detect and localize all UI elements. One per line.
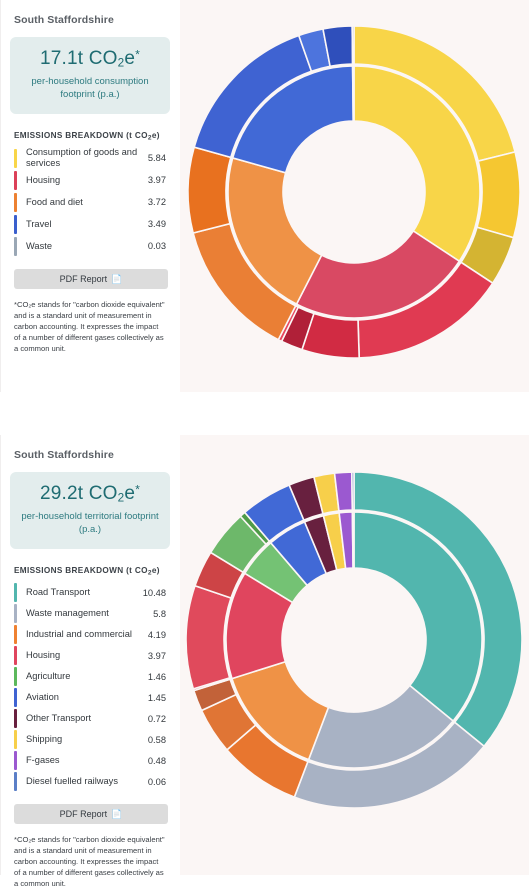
legend-color-swatch [14, 604, 17, 624]
territorial-sunburst-chart[interactable] [180, 435, 529, 875]
legend-item[interactable]: Housing 3.97 [14, 645, 170, 666]
pdf-report-label: PDF Report [59, 809, 108, 820]
breakdown-title: EMISSIONS BREAKDOWN (t CO2e) [14, 565, 160, 577]
headline-subtitle: per-household consumption footprint (p.a… [31, 76, 149, 100]
headline-unit: CO2e* [88, 483, 140, 505]
headline-number: 17.1t [40, 48, 84, 69]
legend-color-swatch [14, 170, 17, 190]
legend-value: 0.72 [147, 713, 166, 724]
legend-color-swatch [14, 583, 17, 603]
legend-color-swatch [14, 709, 17, 729]
legend-label: Agriculture [26, 671, 71, 682]
legend-label: Diesel fuelled railways [26, 776, 118, 787]
co2e-footnote: *CO₂e stands for "carbon dioxide equival… [14, 300, 165, 353]
legend-value: 4.19 [147, 629, 166, 640]
headline-card-territorial: 29.2t CO2e* per-household territorial fo… [10, 472, 170, 549]
headline-value: 17.1t CO2e* [18, 48, 162, 70]
legend-item[interactable]: Aviation 1.45 [14, 687, 170, 708]
legend-value: 0.06 [147, 776, 166, 787]
legend-item[interactable]: Road Transport 10.48 [14, 582, 170, 603]
legend-color-swatch [14, 751, 17, 771]
consumption-sunburst-chart[interactable] [180, 0, 529, 392]
legend-item[interactable]: Housing 3.97 [14, 169, 170, 191]
legend-color-swatch [14, 688, 17, 708]
document-icon: 📄 [111, 273, 123, 284]
legend-color-swatch [14, 772, 17, 792]
legend-value: 3.49 [147, 219, 166, 230]
legend-value: 3.97 [147, 175, 166, 186]
legend-value: 1.45 [147, 692, 166, 703]
headline-card-consumption: 17.1t CO2e* per-household consumption fo… [10, 37, 170, 114]
legend-item[interactable]: Diesel fuelled railways 0.06 [14, 771, 170, 792]
territorial-footprint-panel: South Staffordshire 29.2t CO2e* per-hous… [0, 435, 529, 888]
sunburst-outer-segment[interactable] [185, 584, 232, 690]
legend-label: Housing [26, 174, 61, 185]
legend-label: Food and diet [26, 196, 83, 207]
legend-label: F-gases [26, 755, 60, 766]
legend-item[interactable]: Shipping 0.58 [14, 729, 170, 750]
legend-item[interactable]: Other Transport 0.72 [14, 708, 170, 729]
legend-color-swatch [14, 214, 17, 234]
breakdown-title: EMISSIONS BREAKDOWN (t CO2e) [14, 130, 160, 142]
legend-label: Other Transport [26, 713, 92, 724]
legend-label: Waste [26, 240, 53, 251]
legend-color-swatch [14, 192, 17, 212]
territorial-sunburst-chart-area [180, 435, 529, 875]
pdf-report-button[interactable]: PDF Report 📄 [14, 804, 168, 825]
legend-label: Waste management [26, 608, 109, 619]
sunburst-outer-segment[interactable] [476, 150, 521, 239]
legend-value: 1.46 [147, 671, 166, 682]
legend-item[interactable]: Agriculture 1.46 [14, 666, 170, 687]
emissions-legend-territorial: Road Transport 10.48 Waste management 5.8 In… [10, 582, 170, 792]
legend-color-swatch [14, 236, 17, 256]
legend-color-swatch [14, 730, 17, 750]
legend-color-swatch [14, 625, 17, 645]
headline-value: 29.2t CO2e* [18, 483, 162, 505]
legend-item[interactable]: Food and diet 3.72 [14, 191, 170, 213]
legend-value: 5.84 [147, 153, 166, 164]
co2e-footnote: *CO₂e stands for "carbon dioxide equival… [14, 835, 165, 888]
legend-value: 0.03 [147, 241, 166, 252]
consumption-footprint-panel: South Staffordshire 17.1t CO2e* per-hous… [0, 0, 529, 392]
legend-item[interactable]: Travel 3.49 [14, 213, 170, 235]
sunburst-inner-segment[interactable] [351, 511, 355, 569]
legend-label: Shipping [26, 734, 63, 745]
region-name: South Staffordshire [14, 449, 114, 461]
legend-item[interactable]: Industrial and commercial 4.19 [14, 624, 170, 645]
legend-value: 5.8 [153, 608, 166, 619]
legend-label: Industrial and commercial [26, 629, 132, 640]
pdf-report-label: PDF Report [59, 274, 108, 285]
legend-value: 10.48 [142, 587, 166, 598]
legend-item[interactable]: Waste 0.03 [14, 235, 170, 257]
pdf-report-button[interactable]: PDF Report 📄 [14, 269, 168, 290]
region-name: South Staffordshire [14, 14, 114, 26]
legend-label: Housing [26, 650, 61, 661]
sunburst-inner-segment[interactable] [351, 65, 355, 122]
headline-subtitle: per-household territorial footprint (p.a… [21, 511, 159, 535]
legend-value: 3.97 [147, 650, 166, 661]
legend-color-swatch [14, 667, 17, 687]
legend-label: Aviation [26, 692, 59, 703]
legend-label: Consumption of goods and services [26, 146, 138, 169]
headline-unit: CO2e* [88, 48, 140, 70]
legend-color-swatch [14, 148, 17, 168]
legend-value: 0.58 [147, 734, 166, 745]
territorial-sidebar: South Staffordshire 29.2t CO2e* per-hous… [0, 435, 180, 888]
sunburst-outer-segment[interactable] [351, 471, 355, 511]
sunburst-outer-segment[interactable] [187, 146, 232, 234]
emissions-legend-consumption: Consumption of goods and services 5.84 Hou… [10, 147, 170, 257]
legend-color-swatch [14, 646, 17, 666]
consumption-sunburst-chart-area [180, 0, 529, 392]
legend-item[interactable]: F-gases 0.48 [14, 750, 170, 771]
consumption-sidebar: South Staffordshire 17.1t CO2e* per-hous… [0, 0, 180, 392]
legend-value: 3.72 [147, 197, 166, 208]
legend-label: Travel [26, 218, 52, 229]
legend-label: Road Transport [26, 587, 91, 598]
legend-item[interactable]: Consumption of goods and services 5.84 [14, 147, 170, 169]
document-icon: 📄 [111, 808, 123, 819]
legend-item[interactable]: Waste management 5.8 [14, 603, 170, 624]
sunburst-outer-segment[interactable] [351, 25, 355, 65]
headline-number: 29.2t [40, 483, 84, 504]
legend-value: 0.48 [147, 755, 166, 766]
